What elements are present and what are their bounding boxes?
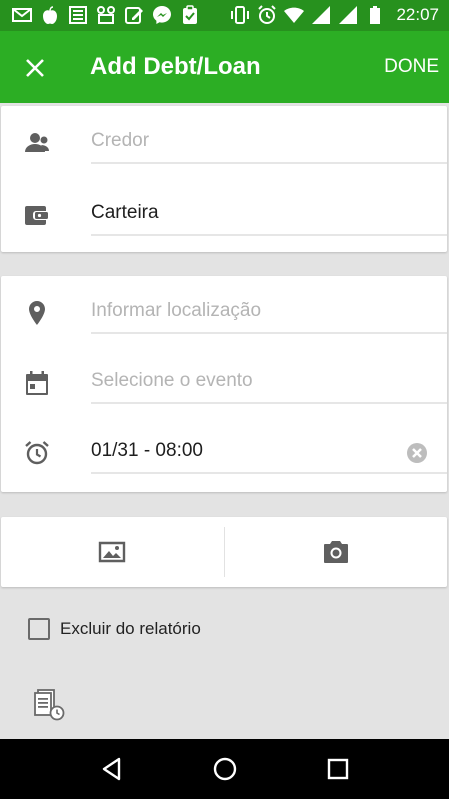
gmail-icon [12, 5, 32, 25]
location-row [1, 276, 447, 346]
back-triangle-icon [102, 757, 120, 781]
newspaper-icon [68, 5, 88, 25]
app-bar: Add Debt/Loan DONE [0, 31, 449, 103]
system-navigation-bar [0, 739, 449, 799]
messenger-icon [152, 5, 172, 25]
reminder-field [91, 430, 447, 474]
signal-icon [311, 5, 331, 25]
debt-details-card [1, 106, 447, 252]
clear-icon [412, 448, 422, 458]
image-icon [99, 541, 126, 563]
status-bar-notifications [12, 5, 200, 25]
nav-home-button[interactable] [203, 747, 247, 791]
camera-icon [323, 541, 348, 563]
exclude-report-checkbox-row[interactable]: Excluir do relatório [28, 618, 201, 640]
nav-back-button[interactable] [90, 747, 134, 791]
close-icon [26, 59, 44, 77]
calendar-icon [23, 369, 51, 397]
event-row [1, 346, 447, 416]
location-field [91, 290, 447, 334]
location-input[interactable] [91, 290, 447, 332]
page-title: Add Debt/Loan [90, 53, 261, 80]
home-circle-icon [213, 757, 236, 781]
take-photo-button[interactable] [225, 517, 448, 587]
attach-image-button[interactable] [1, 517, 224, 587]
signal-icon [338, 5, 358, 25]
apk-icon [96, 5, 116, 25]
status-bar: 22:07 [0, 0, 449, 31]
status-time: 22:07 [396, 5, 439, 24]
edit-icon [124, 5, 144, 25]
person-icon [23, 129, 51, 157]
wifi-icon [284, 5, 305, 25]
done-button[interactable]: DONE [384, 56, 439, 78]
reminder-input[interactable] [91, 430, 447, 472]
battery-icon [365, 5, 385, 25]
wallet-input[interactable] [91, 192, 447, 234]
report-history-icon[interactable] [34, 688, 66, 722]
location-pin-icon [23, 299, 51, 327]
creditor-input[interactable] [91, 120, 447, 162]
reminder-row [1, 416, 447, 486]
nav-recents-button[interactable] [316, 747, 360, 791]
optional-details-card [1, 276, 447, 492]
wallet-row [1, 178, 447, 248]
status-bar-system: 22:07 [230, 5, 449, 25]
exclude-report-checkbox[interactable] [28, 618, 50, 640]
exclude-report-label: Excluir do relatório [60, 619, 201, 638]
apple-icon [40, 5, 60, 25]
creditor-row [1, 106, 447, 178]
event-field [91, 360, 447, 404]
clear-reminder-button[interactable] [407, 443, 427, 463]
alarm-clock-icon [23, 439, 51, 467]
recents-square-icon [327, 758, 348, 780]
attachments-card [1, 517, 447, 587]
close-button[interactable] [18, 51, 52, 85]
wallet-field [91, 192, 447, 236]
clipboard-icon [180, 5, 200, 25]
wallet-icon [23, 201, 51, 229]
creditor-field [91, 120, 447, 164]
vibrate-icon [230, 5, 250, 25]
event-input[interactable] [91, 360, 447, 402]
alarm-icon [257, 5, 277, 25]
